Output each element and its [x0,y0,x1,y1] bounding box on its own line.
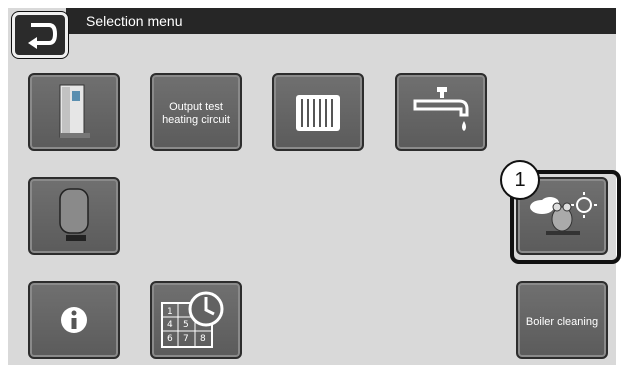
hot-water-button[interactable] [395,73,487,151]
calendar-day: 8 [200,334,206,344]
tile-label: heating circuit [162,114,230,126]
output-test-heating-circuit-button[interactable]: Output test heating circuit [150,73,242,151]
info-icon [61,307,87,333]
callout-number: 1 [514,169,526,191]
page-title: Selection menu [86,13,183,29]
back-arrow-icon [28,23,58,49]
calendar-day: 1 [167,307,173,317]
calendar-day: 7 [183,334,189,344]
heating-circuit-button[interactable] [272,73,364,151]
callout-marker: 1 [500,160,540,200]
boiler-button[interactable] [28,73,120,151]
tile-label: Boiler cleaning [525,316,599,328]
buffer-tank-icon [59,188,89,241]
radiator-icon [296,95,340,131]
calendar-day: 6 [167,334,173,344]
back-button[interactable] [12,12,68,58]
faucet-water-icon [413,87,469,131]
tile-label: Output test [169,101,223,113]
boiler-unit-icon [59,84,90,138]
info-button[interactable] [28,281,120,359]
time-schedule-button[interactable]: 1 4 5 6 7 8 [150,281,242,359]
calendar-clock-icon: 1 4 5 6 7 8 [161,291,224,348]
calendar-day: 4 [167,320,173,330]
calendar-day: 5 [183,320,189,330]
title-bar: Selection menu [66,8,616,34]
boiler-cleaning-button[interactable]: Boiler cleaning [516,281,608,359]
buffer-tank-button[interactable] [28,177,120,255]
